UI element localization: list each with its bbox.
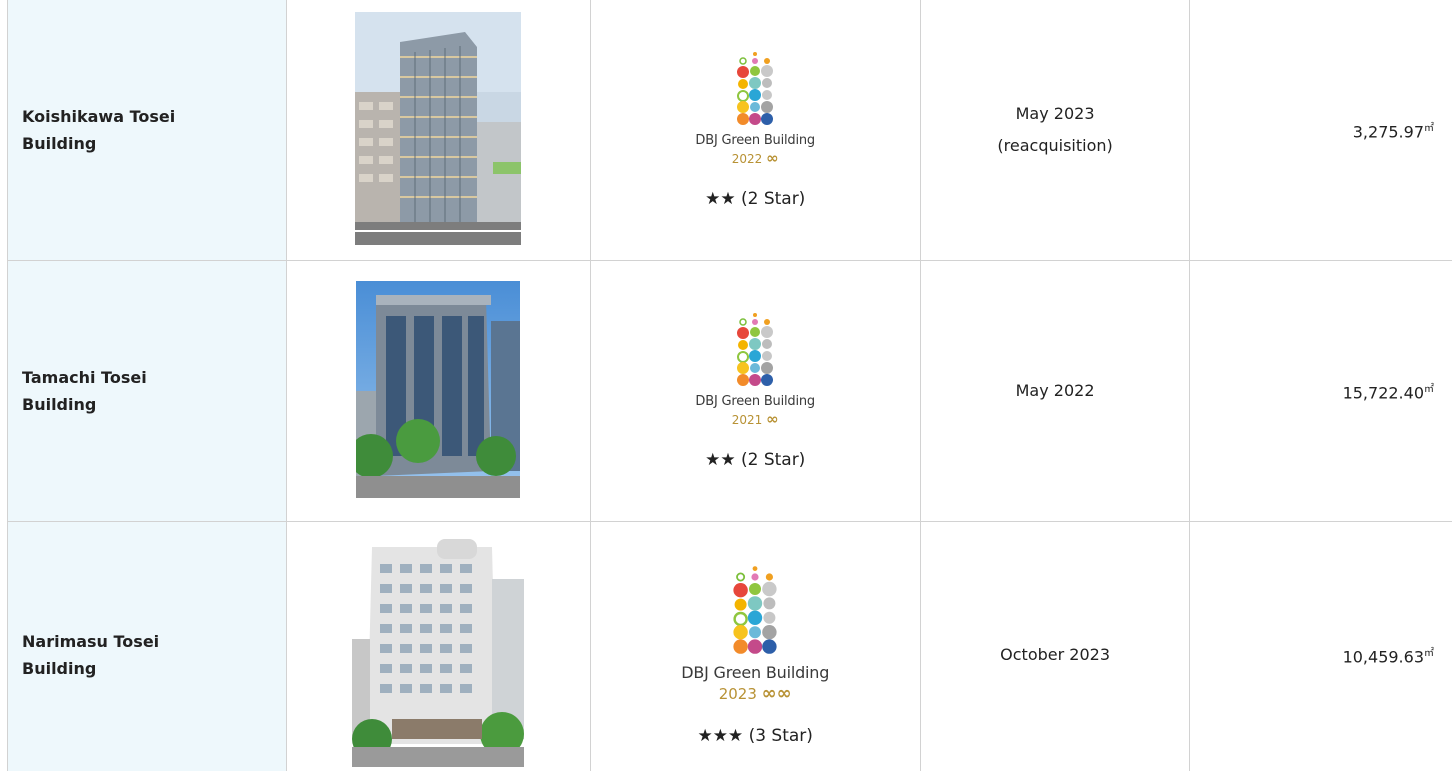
floor-area-cell: 15,722.40㎡	[1189, 260, 1452, 522]
table-row: Narimasu Tosei Building DBJ Green Buildi…	[7, 521, 1452, 771]
infinity-icon: ∞∞	[761, 682, 792, 704]
certification-date-cell: May 2022	[919, 260, 1191, 522]
area-unit: ㎡	[1424, 122, 1434, 134]
photo-cell	[285, 260, 591, 522]
photo-cell	[285, 521, 591, 771]
floor-area-cell: 10,459.63㎡	[1189, 521, 1452, 771]
logo-year: 2022 ∞	[731, 149, 779, 167]
certification-cell: DBJ Green Building 2023 ∞∞ ★★★ (3 Star)	[589, 521, 921, 771]
building-name: Tamachi Tosei Building	[22, 368, 147, 414]
photo-cell	[285, 0, 591, 261]
certification-cell: DBJ Green Building 2021 ∞ ★★ (2 Star)	[589, 260, 921, 522]
dbj-green-building-logo-icon	[737, 52, 774, 125]
logo-title: DBJ Green Building	[681, 662, 830, 682]
building-name-cell: Tamachi Tosei Building	[7, 260, 287, 522]
certification-date-cell: October 2023	[919, 521, 1191, 771]
building-name: Narimasu Tosei Building	[22, 632, 160, 678]
logo-title: DBJ Green Building	[695, 133, 815, 148]
floor-area-value: 10,459.63	[1342, 647, 1424, 667]
building-name-cell: Koishikawa Tosei Building	[7, 0, 287, 261]
infinity-icon: ∞	[766, 410, 779, 428]
logo-year: 2023 ∞∞	[718, 682, 792, 704]
certification-cell: DBJ Green Building 2022 ∞ ★★ (2 Star)	[589, 0, 921, 261]
floor-area-value: 15,722.40	[1342, 383, 1424, 403]
date-line: May 2022	[1015, 381, 1095, 400]
dbj-green-building-logo-icon	[733, 565, 777, 654]
floor-area-value: 3,275.97	[1352, 122, 1424, 142]
dbj-logo: DBJ Green Building 2023 ∞∞ ★★★ (3 Star)	[681, 565, 829, 746]
building-name-cell: Narimasu Tosei Building	[7, 521, 287, 771]
date-line: October 2023	[1000, 645, 1110, 664]
dbj-green-building-logo-icon	[737, 313, 774, 386]
logo-year: 2021 ∞	[731, 410, 779, 428]
floor-area-cell: 3,275.97㎡	[1189, 0, 1452, 261]
rating-label: ★★★ (3 Star)	[697, 725, 813, 746]
date-note: (reacquisition)	[997, 136, 1113, 155]
certification-table: Koishikawa Tosei Building DBJ Green Buil…	[7, 0, 1452, 771]
rating-label: ★★ (2 Star)	[705, 450, 806, 470]
date-line: May 2023	[1015, 104, 1095, 123]
area-unit: ㎡	[1424, 383, 1434, 395]
certification-date-cell: May 2023 (reacquisition)	[919, 0, 1191, 261]
table-row: Tamachi Tosei Building DBJ Green Buildin…	[7, 260, 1452, 522]
area-unit: ㎡	[1424, 647, 1434, 659]
dbj-logo: DBJ Green Building 2021 ∞ ★★ (2 Star)	[695, 312, 815, 470]
certification-table-wrapper: Koishikawa Tosei Building DBJ Green Buil…	[0, 0, 1452, 771]
logo-title: DBJ Green Building	[695, 394, 815, 409]
building-photo	[356, 280, 521, 498]
building-photo	[355, 11, 522, 245]
infinity-icon: ∞	[766, 149, 779, 167]
dbj-logo: DBJ Green Building 2022 ∞ ★★ (2 Star)	[695, 51, 815, 209]
building-photo	[352, 539, 525, 767]
building-name: Koishikawa Tosei Building	[22, 107, 176, 153]
table-row: Koishikawa Tosei Building DBJ Green Buil…	[7, 0, 1452, 261]
rating-label: ★★ (2 Star)	[705, 189, 806, 209]
